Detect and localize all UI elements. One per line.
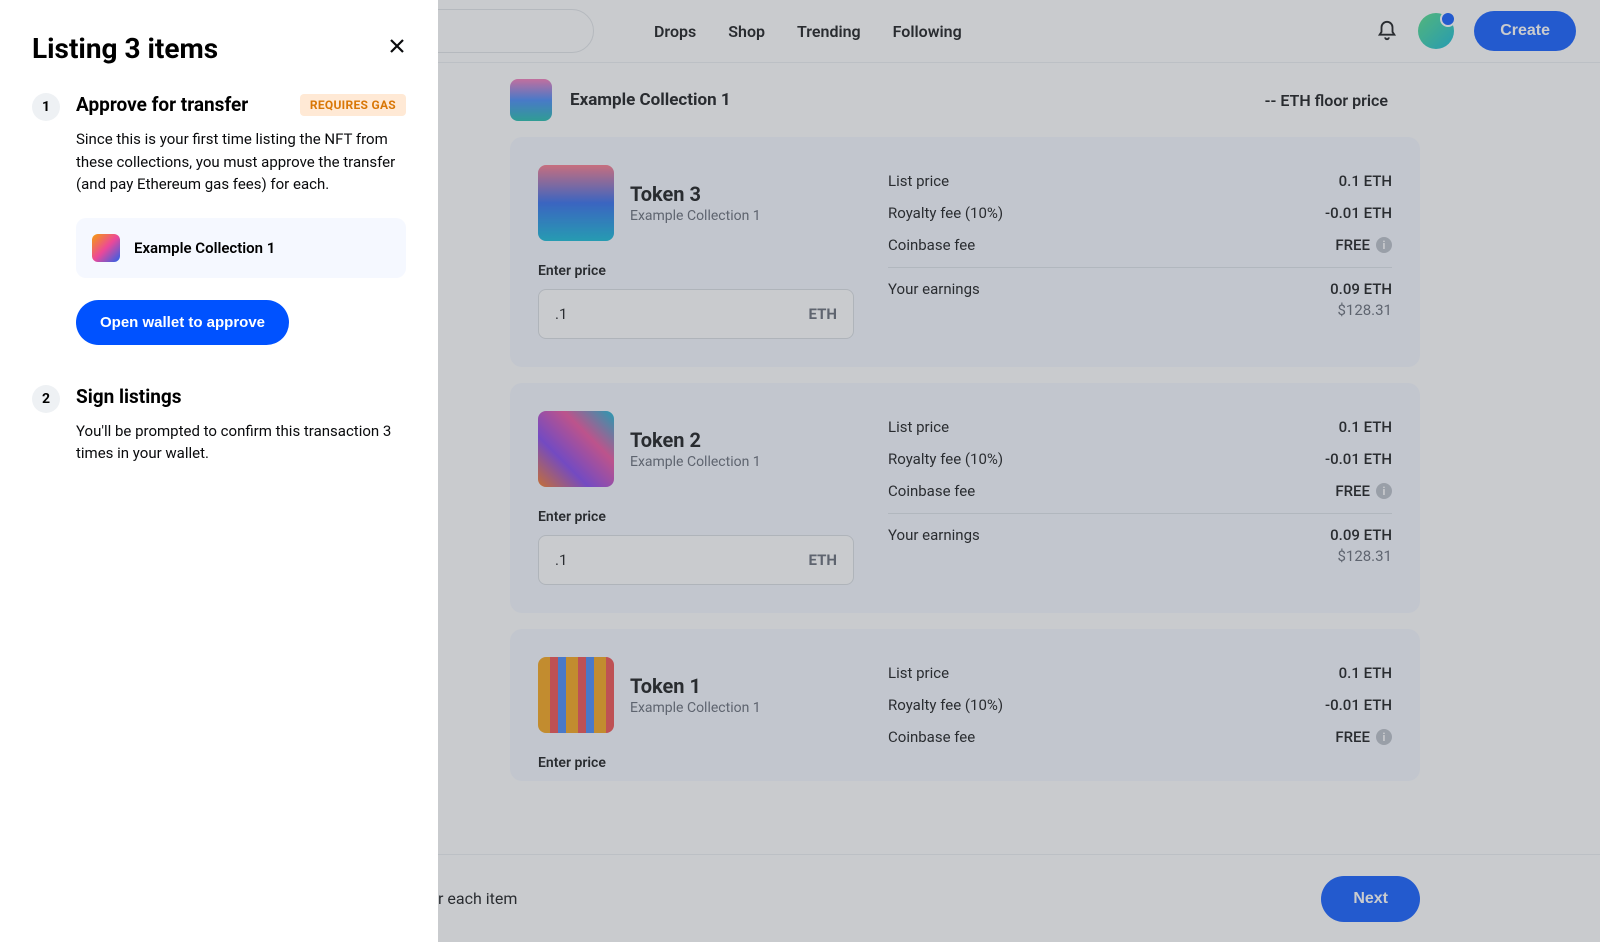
collection-box-name: Example Collection 1 (134, 239, 275, 257)
step-number-1: 1 (32, 93, 60, 121)
step1-title: Approve for transfer (76, 93, 248, 116)
close-icon (388, 37, 406, 55)
close-button[interactable] (388, 37, 406, 61)
step2-title: Sign listings (76, 385, 406, 408)
step-number-2: 2 (32, 385, 60, 413)
step2-desc: You'll be prompted to confirm this trans… (76, 420, 406, 465)
panel-title: Listing 3 items (32, 32, 218, 65)
step1-desc: Since this is your first time listing th… (76, 128, 406, 196)
open-wallet-button[interactable]: Open wallet to approve (76, 300, 289, 345)
listing-side-panel: Listing 3 items 1 Approve for transfer R… (0, 0, 438, 942)
modal-overlay (438, 0, 1600, 942)
gas-badge: REQUIRES GAS (300, 94, 406, 116)
collection-box-thumb (92, 234, 120, 262)
approve-collection-box: Example Collection 1 (76, 218, 406, 278)
